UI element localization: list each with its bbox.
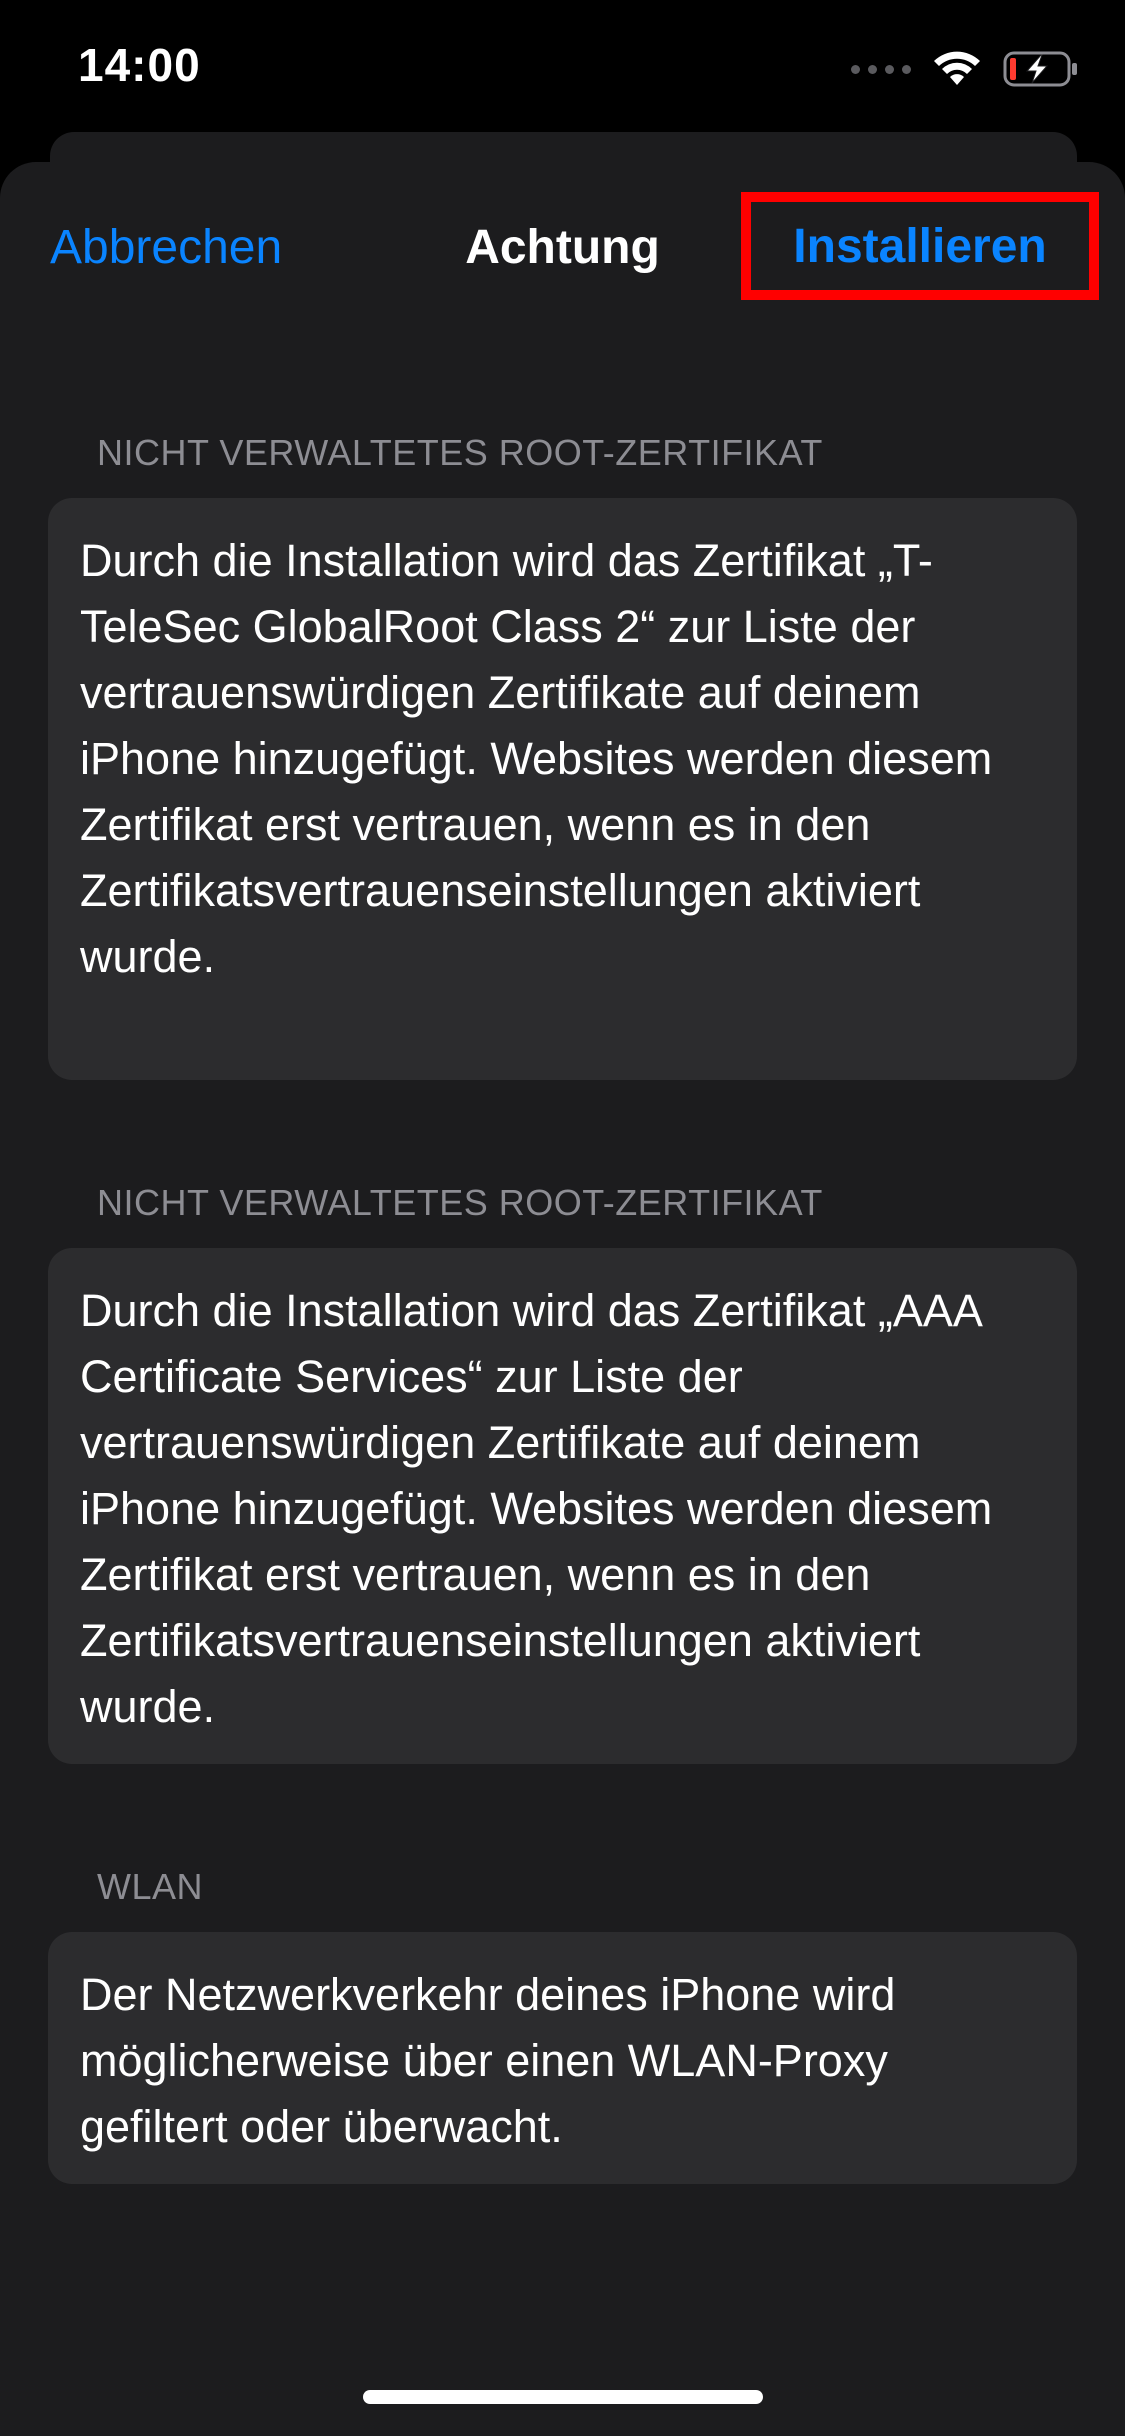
section-body-wlan: Der Netzwerkverkehr deines iPhone wird m… — [80, 1969, 896, 2152]
status-bar: 14:00 — [0, 0, 1125, 140]
section-card-wlan: Der Netzwerkverkehr deines iPhone wird m… — [48, 1932, 1077, 2184]
cellular-signal-icon — [851, 64, 911, 74]
section-body-root-cert-2: Durch die Installation wird das Zertifik… — [80, 1285, 993, 1732]
home-indicator[interactable] — [363, 2390, 763, 2404]
cancel-button[interactable]: Abbrechen — [50, 220, 282, 275]
section-body-root-cert-1: Durch die Installation wird das Zertifik… — [80, 535, 993, 982]
nav-bar: Abbrechen Achtung Installieren — [0, 162, 1125, 332]
install-button-label: Installieren — [793, 219, 1047, 273]
section-header-root-cert-1: NICHT VERWALTETES ROOT-ZERTIFIKAT — [97, 432, 823, 473]
battery-charging-icon — [1003, 51, 1077, 87]
section-card-root-cert-2: Durch die Installation wird das Zertifik… — [48, 1248, 1077, 1764]
install-button[interactable]: Installieren — [741, 192, 1099, 300]
install-warning-sheet: Abbrechen Achtung Installieren NICHT VER… — [0, 162, 1125, 2436]
wifi-icon — [934, 51, 980, 85]
status-icons — [851, 44, 1079, 94]
section-header-wlan: WLAN — [97, 1866, 204, 1907]
section-card-root-cert-1: Durch die Installation wird das Zertifik… — [48, 498, 1077, 1080]
screen: 14:00 Abbrechen Achtung Installieren NIC… — [0, 0, 1125, 2436]
section-header-root-cert-2: NICHT VERWALTETES ROOT-ZERTIFIKAT — [97, 1182, 823, 1223]
status-time: 14:00 — [78, 39, 201, 91]
